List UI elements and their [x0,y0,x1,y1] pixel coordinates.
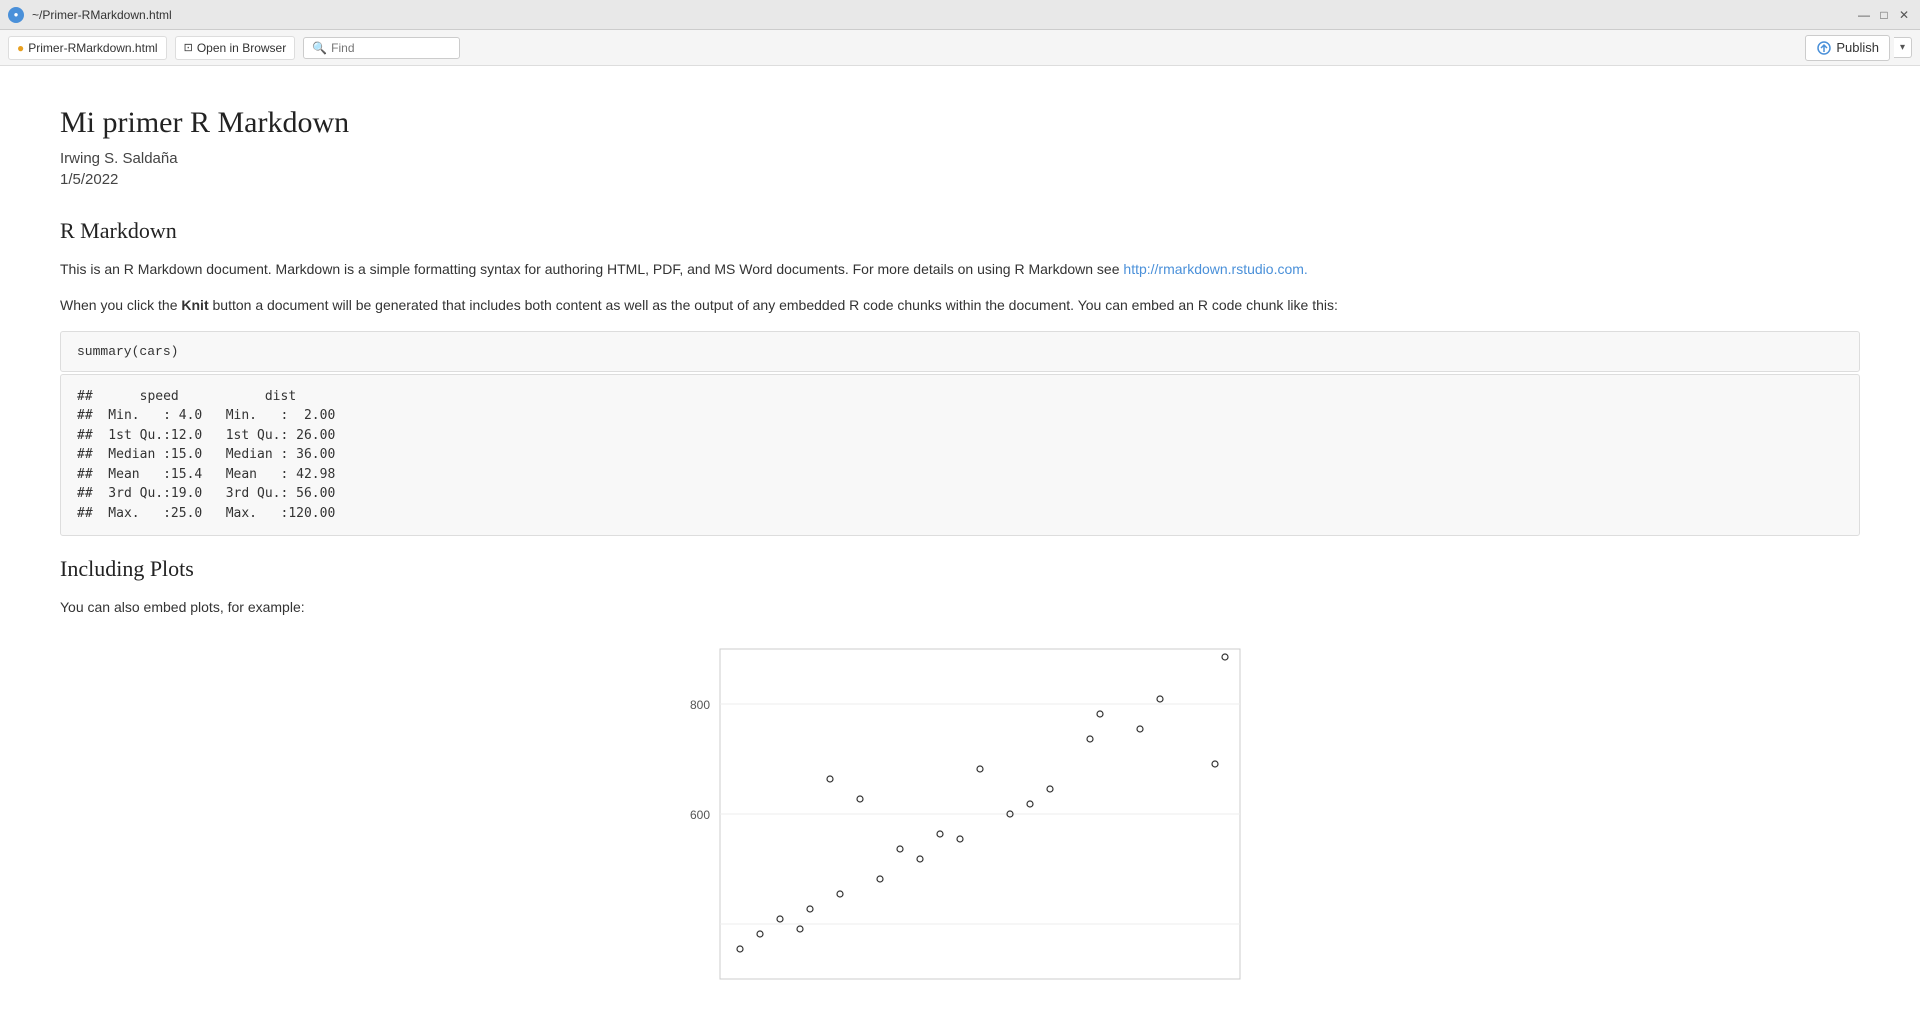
html-file-icon: ● [17,41,24,55]
title-bar: ● ~/Primer-RMarkdown.html — □ ✕ [0,0,1920,30]
browser-icon: ⊡ [184,41,193,54]
minimize-button[interactable]: — [1856,7,1872,23]
y-axis-800: 800 [690,698,710,712]
toolbar-right: Publish ▾ [1805,35,1912,61]
plot-container: 800 600 [660,639,1260,1016]
publish-dropdown-button[interactable]: ▾ [1894,37,1912,58]
content-area: Mi primer R Markdown Irwing S. Saldaña 1… [0,66,1920,1016]
window-title: ~/Primer-RMarkdown.html [32,8,172,22]
section1-title: R Markdown [60,218,1860,244]
paragraph1-text: This is an R Markdown document. Markdown… [60,261,1123,277]
output-pre: ## speed dist ## Min. : 4.0 Min. : 2.00 … [77,387,1843,524]
output-block: ## speed dist ## Min. : 4.0 Min. : 2.00 … [60,374,1860,537]
publish-label: Publish [1836,40,1879,55]
find-input[interactable] [331,41,451,55]
open-browser-button[interactable]: ⊡ Open in Browser [175,36,296,60]
scatter-plot: 800 600 [660,639,1260,1016]
document-author: Irwing S. Saldaña [60,150,1860,167]
code-content: summary(cars) [77,344,178,359]
app-icon: ● [8,7,24,23]
code-block: summary(cars) [60,331,1860,372]
knit-bold: Knit [181,297,208,313]
find-box[interactable]: 🔍 [303,37,460,59]
app-icon-label: ● [14,10,19,19]
paragraph2-after: button a document will be generated that… [209,297,1338,313]
title-bar-left: ● ~/Primer-RMarkdown.html [8,7,172,23]
publish-icon [1816,40,1832,56]
tab-label: Primer-RMarkdown.html [28,41,157,55]
plot-area: 800 600 [60,639,1860,1016]
toolbar: ● Primer-RMarkdown.html ⊡ Open in Browse… [0,30,1920,66]
close-button[interactable]: ✕ [1896,7,1912,23]
document-date: 1/5/2022 [60,171,1860,188]
paragraph2: When you click the Knit button a documen… [60,294,1860,316]
section2-title: Including Plots [60,556,1860,582]
window-controls: — □ ✕ [1856,7,1912,23]
y-axis-600: 600 [690,808,710,822]
search-icon: 🔍 [312,41,327,55]
rmarkdown-link[interactable]: http://rmarkdown.rstudio.com. [1123,261,1307,277]
paragraph3: You can also embed plots, for example: [60,596,1860,618]
maximize-button[interactable]: □ [1876,7,1892,23]
publish-button[interactable]: Publish [1805,35,1890,61]
paragraph2-before: When you click the [60,297,181,313]
file-tab[interactable]: ● Primer-RMarkdown.html [8,36,167,60]
document-title: Mi primer R Markdown [60,106,1860,140]
paragraph1: This is an R Markdown document. Markdown… [60,258,1860,280]
open-browser-label: Open in Browser [197,41,286,55]
